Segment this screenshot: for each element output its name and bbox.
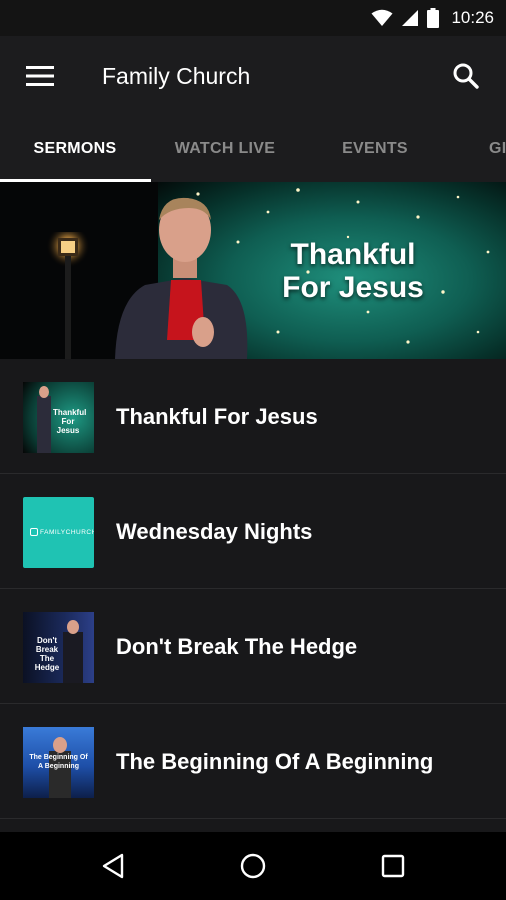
sermon-list-item[interactable]: FAMILYCHURCH Wednesday Nights [0, 475, 506, 589]
app-bar: Family Church [0, 36, 506, 116]
battery-icon [427, 8, 440, 28]
sermon-list-item[interactable]: The Beginning Of A Beginning The Beginni… [0, 705, 506, 819]
search-button[interactable] [426, 36, 506, 116]
app-title: Family Church [102, 62, 251, 89]
home-circle-icon [240, 853, 266, 879]
recents-button[interactable] [363, 842, 423, 890]
system-navigation-bar [0, 832, 506, 900]
tab-events[interactable]: EVENTS [300, 116, 450, 182]
church-logo-icon [30, 528, 38, 536]
tab-bar: SERMONS WATCH LIVE EVENTS GI [0, 116, 506, 182]
search-icon [453, 63, 479, 89]
sermon-title: Thankful For Jesus [116, 404, 318, 429]
sermon-list-item[interactable]: Thankful For Jesus Thankful For Jesus [0, 360, 506, 474]
clock: 10:26 [451, 8, 494, 27]
sermon-title: Don't Break The Hedge [116, 634, 358, 659]
sermon-thumbnail: Thankful For Jesus [23, 382, 94, 453]
sermon-title: The Beginning Of A Beginning [116, 749, 434, 774]
sermon-list-item[interactable]: Don't Break The Hedge Don't Break The He… [0, 590, 506, 704]
sermon-thumbnail: The Beginning Of A Beginning [23, 727, 94, 798]
sermon-thumbnail: Don't Break The Hedge [23, 612, 94, 683]
back-button[interactable] [83, 842, 143, 890]
speaker-image [115, 197, 248, 359]
home-button[interactable] [223, 842, 283, 890]
sermon-thumbnail: FAMILYCHURCH [23, 497, 94, 568]
wifi-icon [371, 9, 393, 26]
tab-partial[interactable]: GI [450, 116, 506, 182]
recents-square-icon [381, 854, 405, 878]
hamburger-menu-icon [26, 66, 54, 86]
menu-button[interactable] [0, 36, 80, 116]
back-triangle-icon [102, 853, 124, 879]
status-bar: 10:26 [0, 0, 506, 36]
hero-banner[interactable]: Thankful For Jesus [0, 182, 506, 359]
cellular-signal-icon [402, 10, 419, 26]
hero-title: Thankful For Jesus [282, 238, 424, 304]
sermon-title: Wednesday Nights [116, 519, 313, 544]
tab-watch-live[interactable]: WATCH LIVE [150, 116, 300, 182]
lamp-post-image [46, 232, 90, 359]
tab-sermons[interactable]: SERMONS [0, 116, 150, 182]
